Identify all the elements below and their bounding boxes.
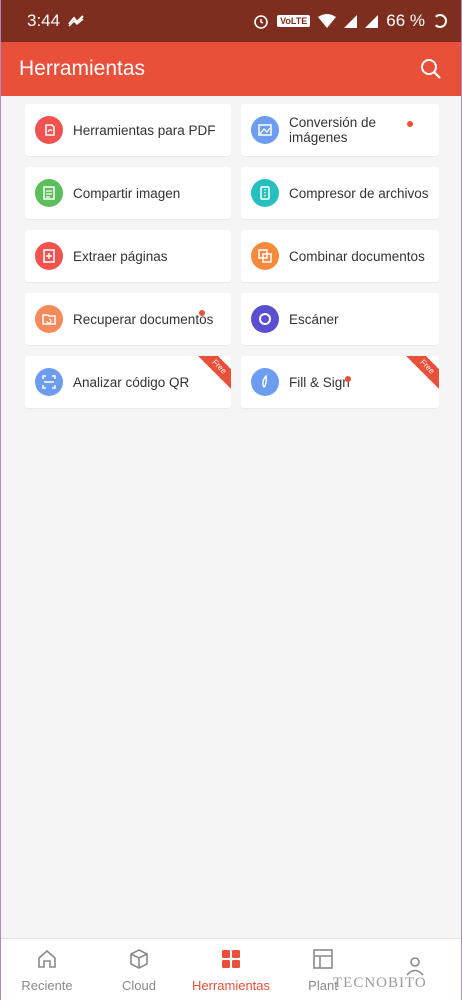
new-dot-indicator [345, 376, 351, 382]
recover-docs-icon [35, 305, 63, 333]
templates-icon [311, 947, 335, 974]
tool-card[interactable]: Escáner [241, 293, 439, 345]
nav-item[interactable]: Herramientas [186, 947, 276, 993]
status-bar: 3:44 VoLTE 66 % [1, 0, 461, 42]
tool-label: Analizar código QR [73, 374, 190, 390]
qr-scan-icon [35, 368, 63, 396]
nav-item[interactable]: Reciente [2, 947, 92, 993]
free-ribbon: Free [402, 356, 439, 392]
share-image-icon [35, 179, 63, 207]
new-dot-indicator [407, 121, 413, 127]
app-bar: Herramientas [1, 42, 461, 96]
nav-label: Herramientas [191, 977, 271, 993]
file-compress-icon [251, 179, 279, 207]
page-title: Herramientas [19, 57, 146, 80]
image-convert-icon [251, 116, 279, 144]
nav-label: Cloud [122, 977, 156, 993]
tool-card[interactable]: Recuperar documentos [25, 293, 231, 345]
tool-card[interactable]: Herramientas para PDF [25, 104, 231, 156]
tool-label: Fill & Sign [289, 374, 350, 390]
free-ribbon: Free [194, 356, 231, 392]
tool-card[interactable]: Compresor de archivos [241, 167, 439, 219]
search-icon[interactable] [419, 57, 443, 81]
alarm-icon [254, 15, 268, 29]
fill-sign-icon [251, 368, 279, 396]
cloud-box-icon [127, 947, 151, 974]
battery-icon [433, 14, 447, 28]
signal-2-icon [365, 14, 379, 28]
tool-card[interactable]: Conversión de imágenes [241, 104, 439, 156]
wifi-icon [318, 14, 337, 28]
tool-label: Extraer páginas [73, 248, 168, 264]
new-dot-indicator [199, 310, 205, 316]
tool-card[interactable]: Fill & Sign Free [241, 356, 439, 408]
tool-label: Recuperar documentos [73, 311, 214, 327]
tools-grid-icon [219, 947, 243, 974]
scanner-icon [251, 305, 279, 333]
status-time: 3:44 [27, 11, 61, 30]
volte-badge: VoLTE [277, 15, 311, 27]
tool-label: Compresor de archivos [289, 185, 429, 201]
tool-card[interactable]: Extraer páginas [25, 230, 231, 282]
nav-item[interactable]: Cloud [94, 947, 184, 993]
tool-label: Conversión de imágenes [289, 115, 377, 145]
battery-text: 66 % [386, 11, 425, 30]
tools-grid: Herramientas para PDF Conversión de imáge… [25, 104, 439, 408]
tool-label: Escáner [289, 311, 339, 327]
swiftkey-icon [68, 15, 84, 27]
tool-label: Herramientas para PDF [73, 122, 216, 138]
tool-card[interactable]: Analizar código QR Free [25, 356, 231, 408]
home-icon [35, 947, 59, 974]
signal-1-icon [344, 14, 358, 28]
tool-label: Combinar documentos [289, 248, 425, 264]
merge-docs-icon [251, 242, 279, 270]
tool-card[interactable]: Combinar documentos [241, 230, 439, 282]
nav-label: Reciente [21, 977, 73, 993]
extract-pages-icon [35, 242, 63, 270]
tool-card[interactable]: Compartir imagen [25, 167, 231, 219]
tool-label: Compartir imagen [73, 185, 181, 201]
pdf-tools-icon [35, 116, 63, 144]
watermark: TECNOBITO [333, 975, 427, 991]
